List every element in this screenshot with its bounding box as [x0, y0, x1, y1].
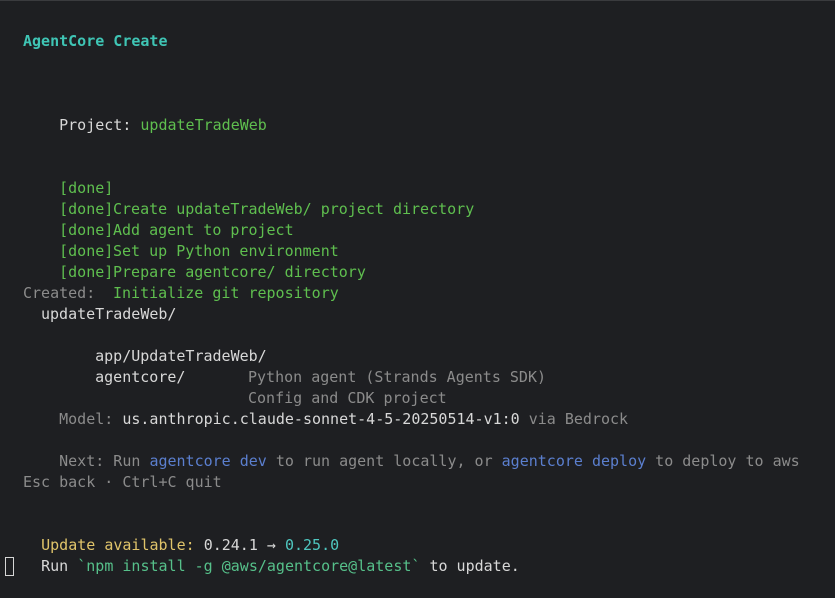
created-entry-desc: Python agent (Strands Agents SDK)	[248, 368, 547, 386]
model-line: Model: us.anthropic.claude-sonnet-4-5-20…	[23, 388, 628, 428]
update-notice: Update available: 0.24.1 → 0.25.0	[5, 514, 339, 554]
project-name: updateTradeWeb	[140, 116, 267, 134]
step-text: Create updateTradeWeb/ project directory	[113, 200, 475, 218]
created-entry: app/UpdateTradeWeb/ Python agent (Strand…	[59, 325, 546, 386]
terminal-cursor[interactable]	[5, 557, 14, 576]
model-suffix: via Bedrock	[519, 410, 629, 428]
step-text: Initialize git repository	[113, 284, 339, 302]
step-status: [done]	[59, 263, 114, 281]
step-row: [done] Initialize git repository	[23, 241, 339, 302]
next-mid: to run agent locally, or	[266, 452, 502, 470]
created-entry-path: agentcore/	[95, 368, 186, 386]
step-text: Set up Python environment	[113, 242, 339, 260]
step-row: [done] Prepare agentcore/ directory	[23, 220, 366, 281]
step-row: [done] Add agent to project	[23, 178, 294, 239]
next-prefix: Next: Run	[59, 452, 150, 470]
created-entry: agentcore/ Config and CDK project	[59, 346, 447, 407]
update-command-line: Run `npm install -g @aws/agentcore@lates…	[5, 535, 520, 575]
step-text: Prepare agentcore/ directory	[113, 263, 366, 281]
run-prefix: Run	[41, 557, 78, 575]
next-suffix: to deploy to aws	[646, 452, 800, 470]
install-command: `npm install -g @aws/agentcore@latest`	[77, 557, 421, 575]
app-title: AgentCore Create	[23, 32, 168, 50]
dev-command: agentcore dev	[149, 452, 267, 470]
step-row: [done] Create updateTradeWeb/ project di…	[23, 157, 474, 218]
deploy-command: agentcore deploy	[501, 452, 647, 470]
key-hints: Esc back · Ctrl+C quit	[23, 473, 222, 491]
next-steps-line: Next: Run agentcore dev to run agent loc…	[23, 430, 800, 470]
model-label: Model:	[59, 410, 123, 428]
run-suffix: to update.	[420, 557, 520, 575]
project-line: Project: updateTradeWeb	[23, 94, 267, 134]
created-root: updateTradeWeb/	[41, 305, 177, 323]
created-label: Created:	[23, 284, 96, 302]
step-text: Add agent to project	[113, 221, 294, 239]
step-row: [done] Set up Python environment	[23, 199, 339, 260]
model-id: us.anthropic.claude-sonnet-4-5-20250514-…	[122, 410, 520, 428]
project-label: Project:	[59, 116, 141, 134]
terminal-window[interactable]: AgentCore Create Project: updateTradeWeb…	[0, 0, 835, 579]
